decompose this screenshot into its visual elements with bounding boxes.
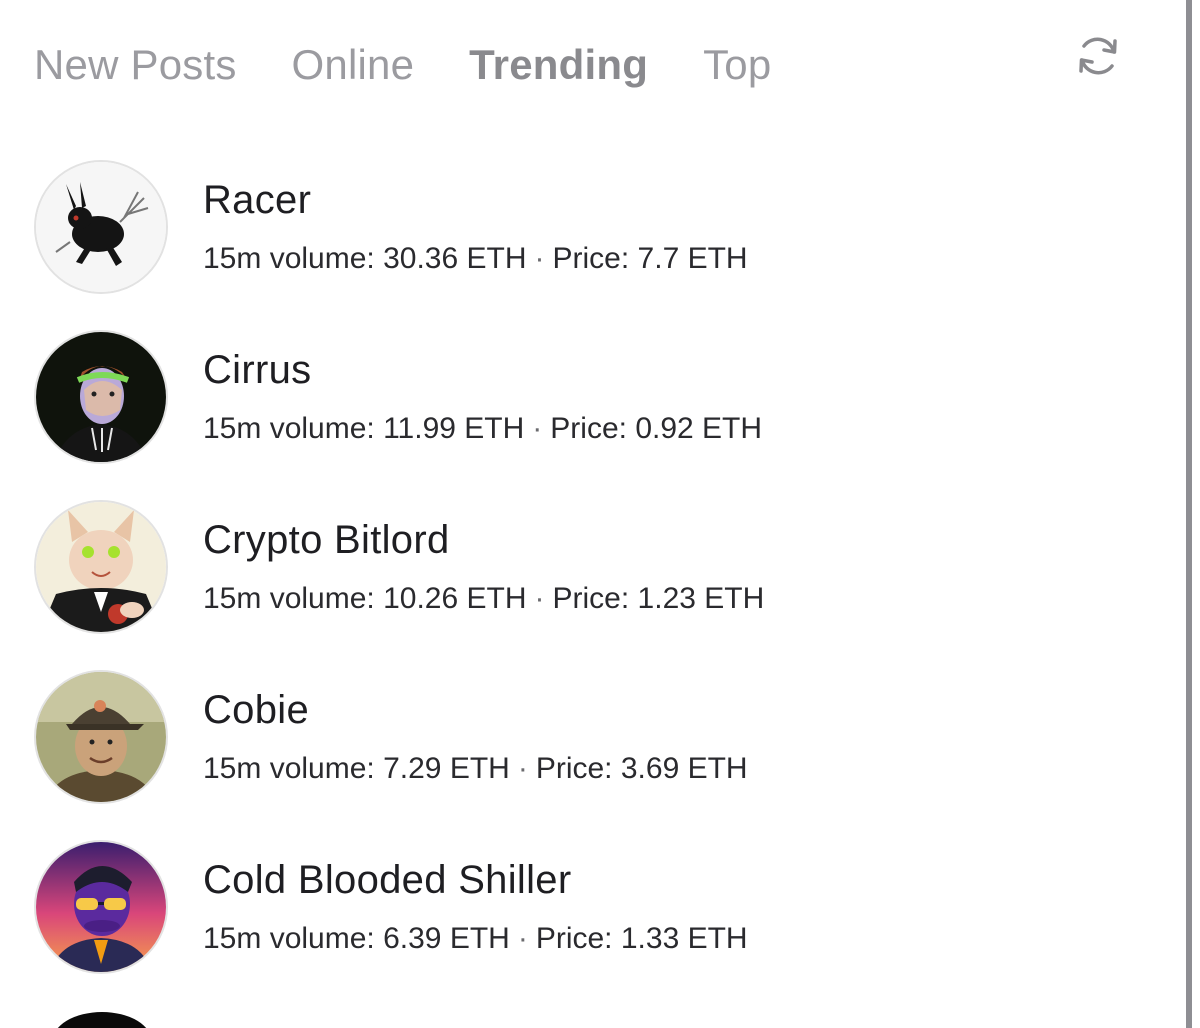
price-label: Price: (552, 242, 630, 275)
tab-top[interactable]: Top (703, 32, 771, 98)
creator-name: Cirrus (203, 348, 312, 392)
tab-online[interactable]: Online (292, 32, 415, 98)
tab-new-posts[interactable]: New Posts (34, 32, 237, 98)
purple-character-avatar (34, 840, 168, 974)
price-label: Price: (535, 752, 613, 785)
list-item[interactable]: Cobie 15m volume: 7.29 ETH · Price: 3.69 E… (0, 670, 1180, 840)
creator-name: Crypto Bitlord (203, 518, 450, 562)
trending-list: Racer 15m volume: 30.36 ETH · Price: 7.7 E… (0, 160, 1180, 1010)
creator-stats: 15m volume: 11.99 ETH · Price: 0.92 ETH (203, 412, 762, 446)
cat-in-suit-avatar (34, 500, 168, 634)
black-rabbit-avatar (34, 160, 168, 294)
creator-stats: 15m volume: 10.26 ETH · Price: 1.23 ETH (203, 582, 764, 616)
separator: · (517, 922, 528, 955)
list-item[interactable]: Cold Blooded Shiller 15m volume: 6.39 ET… (0, 840, 1180, 1010)
creator-stats: 15m volume: 30.36 ETH · Price: 7.7 ETH (203, 242, 748, 276)
separator: · (532, 412, 543, 445)
creator-name: Racer (203, 178, 312, 222)
refresh-icon[interactable] (1074, 32, 1122, 80)
next-list-item-avatar[interactable] (52, 1012, 152, 1028)
list-item[interactable]: Crypto Bitlord 15m volume: 10.26 ETH · Pri… (0, 500, 1180, 670)
volume-label: 15m volume: (203, 752, 375, 785)
volume-label: 15m volume: (203, 242, 375, 275)
feed-tabs: New Posts Online Trending Top (34, 30, 826, 100)
volume-value: 7.29 ETH (383, 752, 510, 785)
creator-stats: 15m volume: 7.29 ETH · Price: 3.69 ETH (203, 752, 748, 786)
volume-label: 15m volume: (203, 922, 375, 955)
volume-value: 6.39 ETH (383, 922, 510, 955)
volume-value: 10.26 ETH (383, 582, 527, 615)
separator: · (517, 752, 528, 785)
price-label: Price: (552, 582, 630, 615)
creator-name: Cobie (203, 688, 310, 732)
volume-value: 11.99 ETH (383, 412, 525, 445)
tab-trending[interactable]: Trending (469, 32, 648, 98)
trending-screen: New Posts Online Trending Top Racer 15m … (0, 0, 1200, 1028)
price-value: 3.69 ETH (620, 752, 748, 785)
scrollbar[interactable] (1186, 0, 1192, 1028)
price-value: 1.33 ETH (620, 922, 748, 955)
price-label: Price: (550, 412, 627, 445)
creator-name: Cold Blooded Shiller (203, 858, 572, 902)
separator: · (534, 582, 545, 615)
volume-value: 30.36 ETH (383, 242, 527, 275)
person-with-cap-avatar (34, 670, 168, 804)
list-item[interactable]: Cirrus 15m volume: 11.99 ETH · Price: 0.92… (0, 330, 1180, 500)
price-value: 7.7 ETH (637, 242, 748, 275)
volume-label: 15m volume: (203, 412, 375, 445)
separator: · (534, 242, 545, 275)
price-value: 1.23 ETH (637, 582, 765, 615)
creator-stats: 15m volume: 6.39 ETH · Price: 1.33 ETH (203, 922, 748, 956)
laurel-character-avatar (34, 330, 168, 464)
volume-label: 15m volume: (203, 582, 375, 615)
price-label: Price: (535, 922, 613, 955)
list-item[interactable]: Racer 15m volume: 30.36 ETH · Price: 7.7 E… (0, 160, 1180, 330)
price-value: 0.92 ETH (635, 412, 763, 445)
